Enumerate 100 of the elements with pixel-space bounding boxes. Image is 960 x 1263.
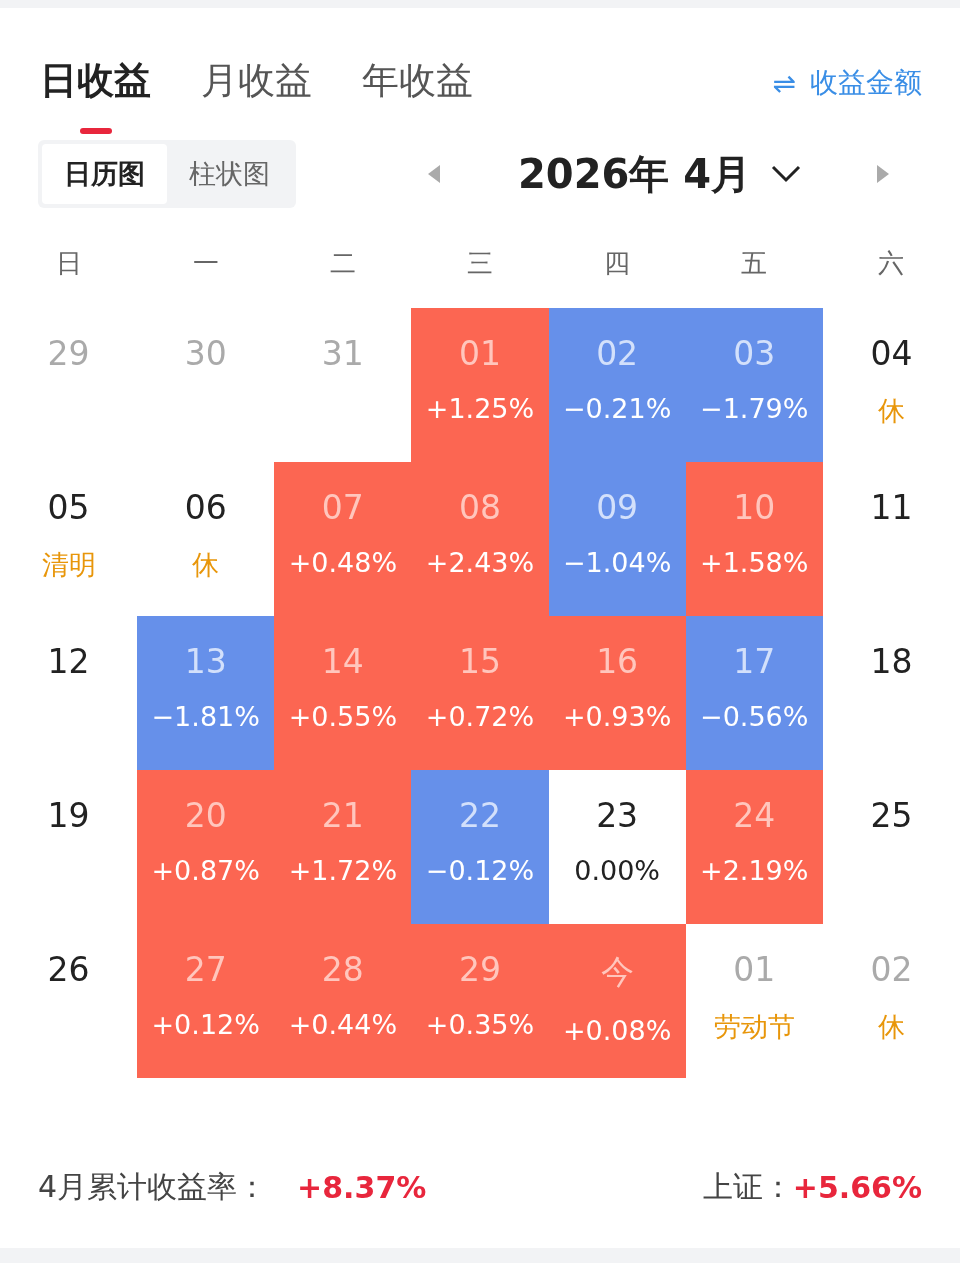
day-number: 21 — [321, 796, 364, 835]
calendar-day[interactable]: 26 — [0, 924, 138, 1078]
day-number: 28 — [321, 950, 364, 989]
day-note: −1.79% — [700, 393, 809, 424]
day-number: 25 — [870, 796, 913, 835]
view-option[interactable]: 日历图 — [42, 144, 167, 204]
day-number: 02 — [870, 950, 913, 989]
calendar-day-tile[interactable]: 02 −0.21% — [548, 308, 686, 462]
day-number: 08 — [459, 488, 501, 527]
day-note: 劳动节 — [713, 1010, 795, 1044]
calendar-day-tile[interactable]: 21 +1.72% — [274, 770, 412, 924]
view-option[interactable]: 柱状图 — [167, 144, 292, 204]
day-note: +0.08% — [562, 1015, 672, 1046]
day-number: 今 — [600, 951, 634, 993]
cumulative-value: +8.37% — [297, 1170, 427, 1205]
day-note: −0.56% — [700, 701, 809, 732]
day-note: −1.81% — [151, 701, 260, 732]
tab[interactable]: 日收益 — [40, 56, 151, 134]
calendar-day-tile[interactable]: 29 +0.35% — [411, 924, 549, 1078]
calendar-day-tile[interactable]: 09 −1.04% — [548, 462, 686, 616]
day-number: 11 — [870, 488, 913, 527]
day-number: 26 — [47, 950, 90, 989]
day-note: +0.35% — [425, 1009, 535, 1040]
day-number: 02 — [596, 334, 639, 373]
calendar-day-tile[interactable]: 17 −0.56% — [685, 616, 823, 770]
weekday-label: 二 — [328, 247, 357, 280]
calendar-day[interactable]: 11 — [822, 462, 960, 616]
weekday-label: 五 — [740, 247, 769, 280]
calendar-day[interactable]: 05 清明 — [0, 462, 138, 616]
tab[interactable]: 月收益 — [201, 56, 312, 106]
calendar-day[interactable]: 18 — [822, 616, 960, 770]
day-note: 休 — [877, 394, 905, 428]
day-number: 29 — [47, 334, 90, 373]
calendar-day[interactable]: 29 — [0, 308, 138, 462]
calendar-day-tile[interactable]: 20 +0.87% — [137, 770, 275, 924]
calendar-day-tile[interactable]: 03 −1.79% — [685, 308, 823, 462]
day-number: 12 — [47, 642, 90, 681]
calendar-day-tile[interactable]: 27 +0.12% — [137, 924, 275, 1078]
calendar-day-tile[interactable]: 15 +0.72% — [411, 616, 549, 770]
calendar-day-tile[interactable]: 28 +0.44% — [274, 924, 412, 1078]
calendar-day[interactable]: 01 劳动节 — [685, 924, 823, 1078]
calendar-day-tile[interactable]: 16 +0.93% — [548, 616, 686, 770]
calendar-day[interactable]: 02 休 — [822, 924, 960, 1078]
day-number: 01 — [459, 334, 501, 373]
calendar-day-tile[interactable]: 07 +0.48% — [274, 462, 412, 616]
day-number: 31 — [321, 334, 364, 373]
amount-toggle-link[interactable]: ⇌ 收益金额 — [772, 64, 922, 102]
day-number: 10 — [733, 488, 776, 527]
day-note: +0.55% — [288, 701, 398, 732]
day-note: 休 — [192, 548, 220, 582]
day-note: +1.25% — [425, 393, 535, 424]
day-number: 29 — [459, 950, 501, 989]
day-number: 03 — [733, 334, 776, 373]
day-number: 20 — [184, 796, 227, 835]
day-note: +0.93% — [562, 701, 672, 732]
calendar-day[interactable]: 25 — [822, 770, 960, 924]
day-note: +2.19% — [700, 855, 809, 886]
day-number: 06 — [184, 488, 227, 527]
day-note: +0.44% — [288, 1009, 398, 1040]
day-note: 0.00% — [574, 855, 660, 886]
weekday-label: 一 — [191, 247, 220, 280]
day-number: 22 — [459, 796, 501, 835]
calendar-day-tile[interactable]: 08 +2.43% — [411, 462, 549, 616]
weekday-label: 三 — [466, 247, 494, 280]
calendar-day[interactable]: 06 休 — [137, 462, 275, 616]
day-note: +0.72% — [425, 701, 535, 732]
calendar-day-tile[interactable]: 24 +2.19% — [685, 770, 823, 924]
calendar-day[interactable]: 12 — [0, 616, 138, 770]
tab[interactable]: 年收益 — [362, 56, 473, 106]
day-number: 27 — [184, 950, 227, 989]
calendar-day-tile[interactable]: 13 −1.81% — [137, 616, 275, 770]
index-label: 上证： — [702, 1168, 793, 1206]
previous-month-icon[interactable] — [426, 163, 442, 185]
day-number: 19 — [47, 796, 90, 835]
day-number: 16 — [596, 642, 639, 681]
calendar-day-tile[interactable]: 01 +1.25% — [411, 308, 549, 462]
calendar-day-tile[interactable]: 今 +0.08% — [548, 924, 686, 1078]
weekday-label: 四 — [603, 247, 632, 280]
calendar-day-tile[interactable]: 10 +1.58% — [685, 462, 823, 616]
day-number: 17 — [733, 642, 776, 681]
month-dropdown[interactable] — [771, 165, 802, 183]
weekday-label: 日 — [54, 247, 83, 280]
cumulative-label: 4月累计收益率： — [38, 1168, 268, 1206]
calendar-day[interactable]: 31 — [274, 308, 412, 462]
calendar-day[interactable]: 04 休 — [822, 308, 960, 462]
day-number: 05 — [47, 488, 90, 527]
month-title: 2026年 4月 — [518, 149, 752, 199]
calendar-day[interactable]: 19 — [0, 770, 138, 924]
day-note: +1.72% — [288, 855, 398, 886]
day-number: 07 — [321, 488, 364, 527]
day-number: 09 — [596, 488, 639, 527]
calendar-day[interactable]: 30 — [137, 308, 275, 462]
calendar-day-tile[interactable]: 14 +0.55% — [274, 616, 412, 770]
calendar-day-tile[interactable]: 22 −0.12% — [411, 770, 549, 924]
day-note: −0.12% — [425, 855, 535, 886]
day-number: 13 — [184, 642, 227, 681]
day-number: 15 — [459, 642, 501, 681]
day-note: +1.58% — [700, 547, 809, 578]
index-value: +5.66% — [792, 1170, 922, 1205]
calendar-day[interactable]: 23 0.00% — [548, 770, 686, 924]
